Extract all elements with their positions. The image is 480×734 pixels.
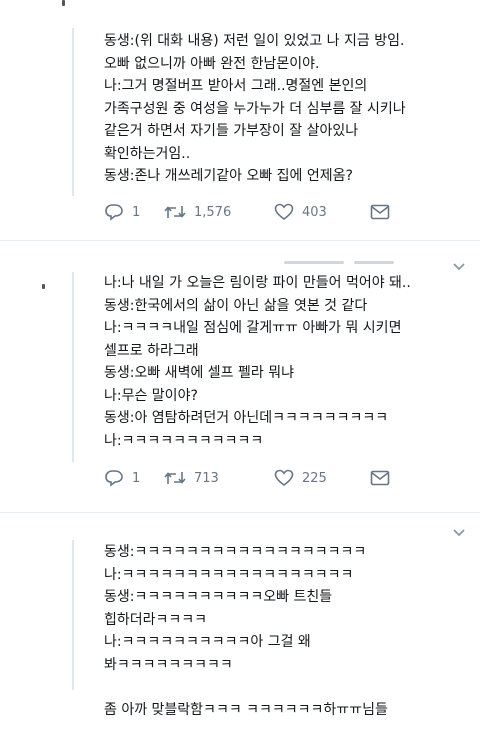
tweet-line: 동생:존나 개쓰레기같아 오빠 집에 언제옴?: [104, 168, 353, 184]
heart-icon: [274, 203, 294, 221]
tweet-line: 오빠 없으니까 아빠 완전 한남몬이야.: [104, 55, 320, 72]
tweet-line: 나:ㅋㅋㅋㅋㅋㅋㅋㅋㅋㅋㅋㅋㅋㅋㅋㅋㅋㅋ: [104, 566, 354, 583]
tweet-actions: 1 713 225: [104, 466, 440, 490]
envelope-icon: [370, 470, 390, 486]
tweet-line: 동생:ㅋㅋㅋㅋㅋㅋㅋㅋㅋㅋㅋㅋㅋㅋㅋㅋㅋㅋ: [104, 544, 367, 560]
tweet-line: 셀프로 하라그래: [104, 342, 199, 359]
tweet-line: 나:무슨 말이야?: [104, 387, 198, 404]
retweet-count: 1,576: [194, 204, 232, 220]
reply-button[interactable]: 1: [104, 203, 164, 221]
top-mark: [62, 0, 65, 6]
reply-icon: [104, 203, 124, 221]
tweet-text: 동생:ㅋㅋㅋㅋㅋㅋㅋㅋㅋㅋㅋㅋㅋㅋㅋㅋㅋㅋ 나:ㅋㅋㅋㅋㅋㅋㅋㅋㅋㅋㅋㅋㅋㅋㅋㅋ…: [104, 541, 472, 721]
retweet-button[interactable]: 1,576: [164, 204, 274, 220]
tweet-actions: 1 1,576 403: [104, 200, 440, 224]
tweet-line: 나:그거 명절버프 받아서 그래..명절엔 본인의: [104, 78, 368, 94]
tweet-line: 나:ㅋㅋㅋㅋㅋㅋㅋㅋㅋㅋㅋ: [104, 432, 264, 449]
tweet-line: 동생:(위 대화 내용) 저런 일이 있었고 나 지금 방임.: [104, 33, 405, 49]
reply-icon: [104, 469, 124, 487]
tweet-line: 동생:아 염탐하려던거 아닌데ㅋㅋㅋㅋㅋㅋㅋㅋㅋ: [104, 410, 389, 426]
reply-count: 1: [132, 470, 141, 486]
dm-button[interactable]: [370, 470, 400, 486]
tweet-line: 가족구성원 중 여성을 누가누가 더 심부름 잘 시키나: [104, 100, 406, 117]
tweet-separator: [0, 240, 480, 241]
tweet-line: 봐ㅋㅋㅋㅋㅋㅋㅋㅋㅋ: [104, 656, 233, 673]
tweet-line: 좀 아까 맞블락함ㅋㅋㅋ ㅋㅋㅋㅋㅋㅋ하ㅠㅠ님들: [104, 701, 388, 718]
thread-line: [72, 28, 74, 196]
chevron-down-icon[interactable]: [452, 526, 466, 540]
tweet-line: 동생:한국에서의 삶이 아닌 삶을 엿본 것 같다: [104, 297, 368, 314]
reply-button[interactable]: 1: [104, 469, 164, 487]
like-button[interactable]: 225: [274, 469, 370, 487]
tweet-line: 동생:ㅋㅋㅋㅋㅋㅋㅋㅋㅋㅋ오빠 트친들: [104, 589, 333, 605]
tweet-line: 나:ㅋㅋㅋㅋㅋㅋㅋㅋㅋㅋ아 그걸 왜: [104, 634, 311, 650]
thread-line: [72, 272, 74, 462]
retweet-button[interactable]: 713: [164, 470, 274, 486]
tweet-line: 확인하는거임..: [104, 145, 191, 162]
tweet-line: [104, 676, 472, 699]
retweet-icon: [164, 204, 186, 220]
tweet-line: 동생:오빠 새벽에 셀프 펠라 뭐냐: [104, 365, 294, 381]
tweet-header: [104, 256, 440, 270]
tweet-line: 나:ㅋㅋㅋㅋ내일 점심에 갈게ㅠㅠ 아빠가 뭐 시키면: [104, 320, 402, 336]
retweet-icon: [164, 470, 186, 486]
tweet-separator: [0, 512, 480, 513]
tweet-line: 같은거 하면서 자기들 가부장이 잘 살아있나: [104, 123, 359, 139]
like-count: 403: [302, 204, 327, 220]
dm-button[interactable]: [370, 204, 400, 220]
thread-line: [72, 540, 74, 690]
tweet-text: 나:나 내일 가 오늘은 림이랑 파이 만들어 먹어야 돼.. 동생:한국에서의…: [104, 272, 472, 452]
envelope-icon: [370, 204, 390, 220]
tweet-text: 동생:(위 대화 내용) 저런 일이 있었고 나 지금 방임. 오빠 없으니까 …: [104, 30, 472, 188]
heart-icon: [274, 469, 294, 487]
like-button[interactable]: 403: [274, 203, 370, 221]
tweet-line: 힙하더라ㅋㅋㅋㅋ: [104, 611, 208, 628]
tweet-line: 나:나 내일 가 오늘은 림이랑 파이 만들어 먹어야 돼..: [104, 275, 411, 291]
like-count: 225: [302, 470, 327, 486]
retweet-count: 713: [194, 470, 219, 486]
side-mark: [42, 284, 45, 289]
reply-count: 1: [132, 204, 141, 220]
